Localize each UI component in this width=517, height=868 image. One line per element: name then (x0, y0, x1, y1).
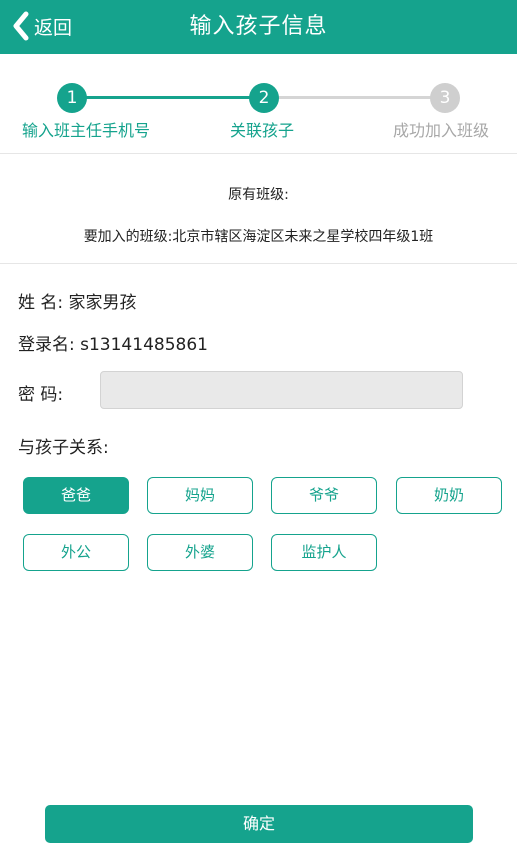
relation-option-paternal-grandmother[interactable]: 奶奶 (396, 477, 502, 514)
class-info: 原有班级: 要加入的班级:北京市辖区海淀区未来之星学校四年级1班 (0, 154, 517, 264)
step-3-circle: 3 (430, 83, 460, 113)
page-title: 输入孩子信息 (189, 14, 328, 39)
step-connector-2 (264, 96, 445, 99)
relation-option-maternal-grandmother[interactable]: 外婆 (147, 534, 253, 571)
progress-steps: 1 2 3 输入班主任手机号 关联孩子 成功加入班级 (0, 54, 517, 154)
password-label: 密 码: (18, 385, 64, 405)
step-1-circle: 1 (57, 83, 87, 113)
step-3-label: 成功加入班级 (393, 121, 490, 140)
login-name: 登录名: s13141485861 (18, 335, 208, 355)
relation-option-paternal-grandfather[interactable]: 爷爷 (271, 477, 377, 514)
child-name: 姓 名: 家家男孩 (18, 293, 137, 313)
relation-label: 与孩子关系: (18, 438, 109, 458)
relation-option-guardian[interactable]: 监护人 (271, 534, 377, 571)
target-class: 要加入的班级:北京市辖区海淀区未来之星学校四年级1班 (83, 229, 434, 245)
password-input[interactable] (100, 371, 463, 409)
step-2-label: 关联孩子 (230, 121, 295, 140)
step-1-label: 输入班主任手机号 (22, 121, 151, 140)
step-connector-1 (72, 96, 264, 99)
original-class: 原有班级: (228, 187, 289, 203)
top-bar: 返回 输入孩子信息 (0, 0, 517, 54)
relation-option-maternal-grandfather[interactable]: 外公 (23, 534, 129, 571)
relation-option-mother[interactable]: 妈妈 (147, 477, 253, 514)
relation-option-father[interactable]: 爸爸 (23, 477, 129, 514)
confirm-button[interactable]: 确定 (45, 805, 473, 843)
step-2-circle: 2 (249, 83, 279, 113)
